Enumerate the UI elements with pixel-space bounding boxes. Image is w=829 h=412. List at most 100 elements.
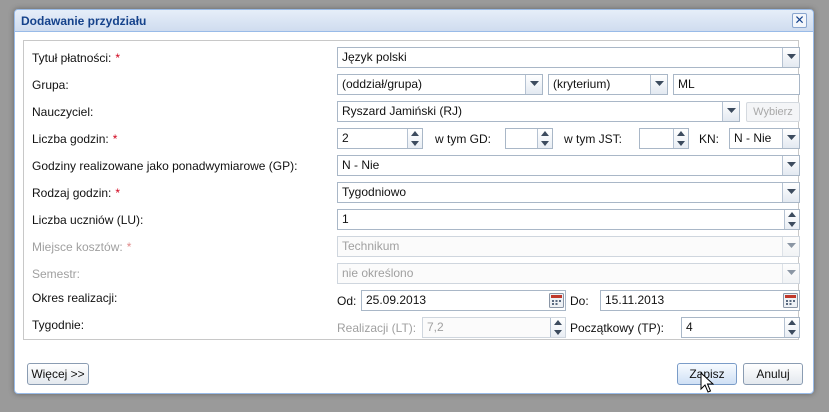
tytul-select[interactable]: Język polski: [337, 47, 800, 68]
chevron-down-icon: [787, 270, 796, 275]
chevron-down-icon: [530, 81, 539, 86]
do-date-input[interactable]: 15.11.2013: [600, 290, 800, 311]
spinner-up-icon: [788, 320, 796, 325]
nauczyciel-value: Ryszard Jamiński (RJ): [342, 104, 463, 118]
dialog-window: Dodawanie przydziału ✕ Tytuł płatności: *…: [14, 9, 814, 394]
uczniowie-spinner[interactable]: [784, 210, 799, 229]
gp-value: N - Nie: [342, 158, 380, 172]
more-button[interactable]: Więcej >>: [27, 363, 89, 385]
label-rodzaj-text: Rodzaj godzin:: [32, 186, 112, 200]
label-liczba-godzin-text: Liczba godzin:: [32, 132, 109, 146]
label-miejsce: Miejsce kosztów: *: [32, 240, 131, 254]
grupa-text-value: ML: [678, 77, 695, 91]
tp-input[interactable]: 4: [681, 317, 800, 338]
oddzial-value: (oddział/grupa): [342, 77, 423, 91]
tytul-value: Język polski: [342, 50, 407, 64]
uczniowie-value: 1: [342, 212, 349, 226]
spinner-down-icon: [541, 141, 549, 146]
do-date-value: 15.11.2013: [605, 293, 665, 307]
chevron-down-icon: [787, 162, 796, 167]
required-mark: *: [115, 186, 121, 200]
kn-value: N - Nie: [734, 131, 772, 145]
liczba-godzin-input[interactable]: 2: [337, 128, 423, 149]
tytul-dropdown-trigger[interactable]: [782, 48, 799, 67]
label-rodzaj: Rodzaj godzin: *: [32, 186, 120, 200]
label-nauczyciel: Nauczyciel:: [32, 105, 94, 119]
uczniowie-input[interactable]: 1: [337, 209, 800, 230]
miejsce-dropdown-trigger[interactable]: [782, 237, 799, 256]
chevron-down-icon: [787, 135, 796, 140]
label-semestr: Semestr:: [32, 267, 81, 281]
tp-label: Początkowy (TP):: [570, 321, 665, 335]
jst-spinner[interactable]: [673, 129, 688, 148]
od-label: Od:: [337, 294, 357, 308]
close-button[interactable]: ✕: [792, 13, 807, 28]
nauczyciel-dropdown-trigger[interactable]: [722, 102, 739, 121]
spinner-down-icon: [677, 141, 685, 146]
rodzaj-dropdown-trigger[interactable]: [782, 183, 799, 202]
od-date-value: 25.09.2013: [366, 293, 427, 307]
dialog-titlebar[interactable]: Dodawanie przydziału ✕: [15, 10, 813, 32]
chevron-down-icon: [727, 108, 736, 113]
label-miejsce-text: Miejsce kosztów:: [32, 240, 123, 254]
semestr-select[interactable]: nie określono: [337, 263, 800, 284]
miejsce-select[interactable]: Technikum: [337, 236, 800, 257]
gp-select[interactable]: N - Nie: [337, 155, 800, 176]
label-uczniowie: Liczba uczniów (LU):: [32, 213, 144, 227]
spinner-up-icon: [411, 131, 419, 136]
liczba-godzin-value: 2: [342, 131, 349, 145]
rodzaj-value: Tygodniowo: [342, 185, 407, 199]
spinner-down-icon: [554, 330, 562, 335]
liczba-godzin-spinner[interactable]: [407, 129, 422, 148]
lt-label: Realizacji (LT):: [337, 321, 417, 335]
kn-select[interactable]: N - Nie: [729, 128, 800, 149]
spinner-up-icon: [554, 320, 562, 325]
grupa-text-input[interactable]: ML: [673, 74, 800, 95]
do-label: Do:: [570, 294, 589, 308]
label-grupa: Grupa:: [32, 78, 69, 92]
calendar-icon[interactable]: [783, 293, 798, 308]
label-liczba-godzin: Liczba godzin: *: [32, 132, 117, 146]
lt-input[interactable]: 7,2: [422, 317, 566, 338]
label-gp: Godziny realizowane jako ponadwymiarowe …: [32, 159, 298, 173]
tp-value: 4: [686, 320, 693, 334]
miejsce-value: Technikum: [342, 239, 400, 253]
spinner-up-icon: [788, 212, 796, 217]
semestr-dropdown-trigger[interactable]: [782, 264, 799, 283]
jst-input[interactable]: [639, 128, 689, 149]
calendar-icon[interactable]: [549, 293, 564, 308]
semestr-value: nie określono: [342, 266, 414, 280]
gd-label: w tym GD:: [435, 132, 491, 146]
od-date-input[interactable]: 25.09.2013: [361, 290, 566, 311]
kn-dropdown-trigger[interactable]: [782, 129, 799, 148]
label-okres: Okres realizacji:: [32, 291, 118, 305]
label-tytul-text: Tytuł płatności:: [32, 51, 112, 65]
chevron-down-icon: [787, 189, 796, 194]
form-panel: Tytuł płatności: * Język polski Grupa: (o…: [23, 40, 800, 340]
kryterium-select[interactable]: (kryterium): [548, 74, 668, 95]
label-tytul: Tytuł płatności: *: [32, 51, 120, 65]
kryterium-dropdown-trigger[interactable]: [650, 75, 667, 94]
gd-input[interactable]: [505, 128, 553, 149]
wybierz-button[interactable]: Wybierz: [746, 102, 800, 122]
tp-spinner[interactable]: [784, 318, 799, 337]
required-mark: *: [126, 240, 132, 254]
dialog-title: Dodawanie przydziału: [21, 14, 147, 28]
cancel-button[interactable]: Anuluj: [743, 363, 803, 385]
label-tygodnie: Tygodnie:: [32, 318, 85, 332]
gd-spinner[interactable]: [537, 129, 552, 148]
mouse-cursor-icon: [700, 372, 714, 393]
oddzial-dropdown-trigger[interactable]: [525, 75, 542, 94]
chevron-down-icon: [655, 81, 664, 86]
spinner-up-icon: [541, 131, 549, 136]
jst-label: w tym JST:: [564, 132, 623, 146]
rodzaj-select[interactable]: Tygodniowo: [337, 182, 800, 203]
gp-dropdown-trigger[interactable]: [782, 156, 799, 175]
nauczyciel-select[interactable]: Ryszard Jamiński (RJ): [337, 101, 740, 122]
lt-spinner[interactable]: [550, 318, 565, 337]
oddzial-select[interactable]: (oddział/grupa): [337, 74, 543, 95]
chevron-down-icon: [787, 54, 796, 59]
required-mark: *: [115, 51, 121, 65]
spinner-down-icon: [788, 330, 796, 335]
close-icon: ✕: [794, 13, 805, 27]
